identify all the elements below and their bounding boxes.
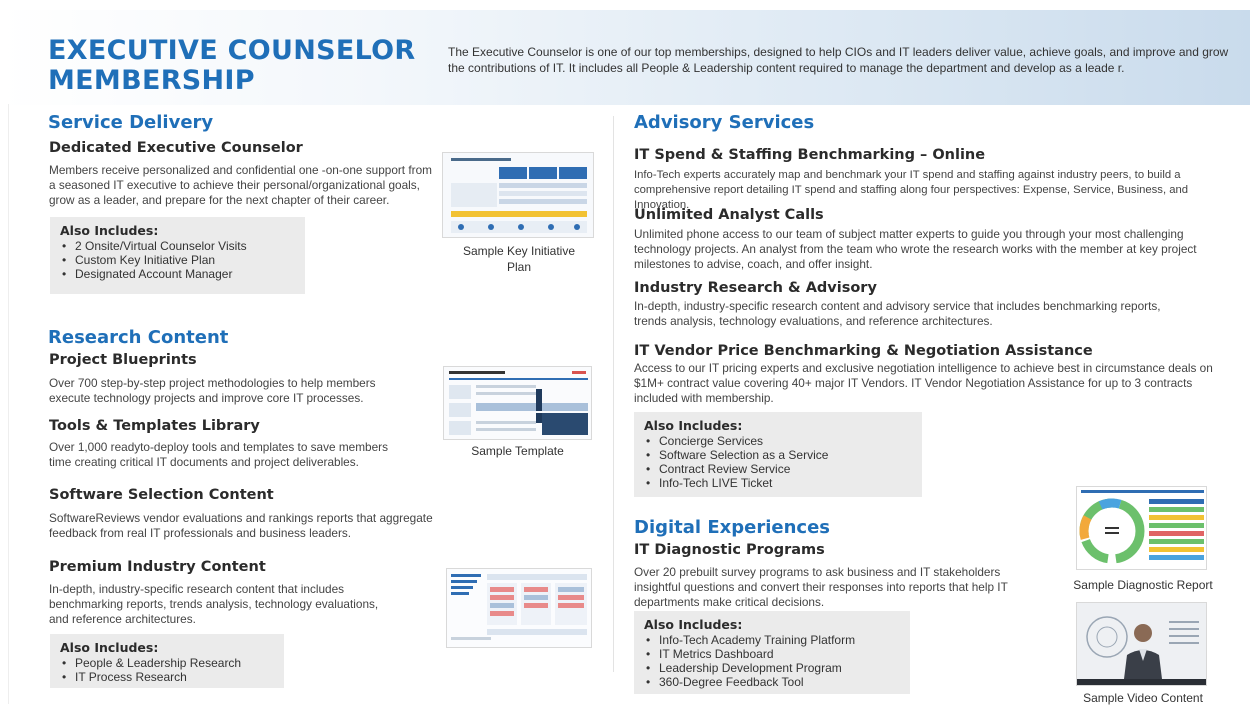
list-item: Contract Review Service xyxy=(644,462,912,476)
list-item: Designated Account Manager xyxy=(60,267,295,281)
research-content-heading: Research Content xyxy=(48,327,229,348)
vendor-price-text: Access to our IT pricing experts and exc… xyxy=(634,361,1213,405)
premium-industry-text: In-depth, industry-specific research con… xyxy=(49,582,379,626)
dedicated-counselor-title: Dedicated Executive Counselor xyxy=(49,140,303,156)
premium-industry-title: Premium Industry Content xyxy=(49,559,266,575)
column-divider xyxy=(613,116,614,672)
digital-also-includes-box: Also Includes: Info-Tech Academy Trainin… xyxy=(634,611,910,694)
list-item: Software Selection as a Service xyxy=(644,448,912,462)
also-includes-title: Also Includes: xyxy=(644,617,743,632)
also-includes-title: Also Includes: xyxy=(60,640,159,655)
diagnostic-programs-title: IT Diagnostic Programs xyxy=(634,542,825,558)
tools-templates-title: Tools & Templates Library xyxy=(49,418,260,434)
left-rule xyxy=(8,104,9,704)
industry-research-text: In-depth, industry-specific research con… xyxy=(634,299,1161,328)
list-item: Concierge Services xyxy=(644,434,912,448)
list-item: IT Process Research xyxy=(60,670,274,684)
also-includes-title: Also Includes: xyxy=(644,418,743,433)
research-also-includes-box: Also Includes: People & Leadership Resea… xyxy=(50,634,284,688)
also-includes-title: Also Includes: xyxy=(60,223,159,238)
analyst-calls-title: Unlimited Analyst Calls xyxy=(634,207,824,223)
sample-template-thumbnail xyxy=(443,366,592,440)
list-item: People & Leadership Research xyxy=(60,656,274,670)
dedicated-counselor-text: Members receive personalized and confide… xyxy=(49,163,432,207)
software-selection-text: SoftwareReviews vendor evaluations and r… xyxy=(49,511,433,540)
caption-template: Sample Template xyxy=(471,444,564,458)
caption-key-initiative: Sample Key Initiative Plan xyxy=(462,244,576,274)
list-item: Leadership Development Program xyxy=(644,661,900,675)
service-also-includes-box: Also Includes: 2 Onsite/Virtual Counselo… xyxy=(50,217,305,294)
digital-experiences-heading: Digital Experiences xyxy=(634,517,831,538)
list-item: 360-Degree Feedback Tool xyxy=(644,675,900,689)
list-item: 2 Onsite/Virtual Counselor Visits xyxy=(60,239,295,253)
capability-map-thumbnail xyxy=(446,568,592,648)
project-blueprints-text: Over 700 step-by-step project methodolog… xyxy=(49,376,376,405)
intro-text: The Executive Counselor is one of our to… xyxy=(448,45,1229,75)
list-item: Info-Tech Academy Training Platform xyxy=(644,633,900,647)
it-spend-title: IT Spend & Staffing Benchmarking – Onlin… xyxy=(634,147,986,163)
advisory-also-includes-box: Also Includes: Concierge Services Softwa… xyxy=(634,412,922,497)
analyst-calls-text: Unlimited phone access to our team of su… xyxy=(634,227,1197,271)
key-initiative-plan-thumbnail xyxy=(442,152,594,238)
list-item: IT Metrics Dashboard xyxy=(644,647,900,661)
page-title: EXECUTIVE COUNSELOR MEMBERSHIP xyxy=(48,35,416,96)
list-item: Info-Tech LIVE Ticket xyxy=(644,476,912,490)
diagnostic-report-thumbnail xyxy=(1076,486,1207,570)
software-selection-title: Software Selection Content xyxy=(49,487,274,503)
industry-research-title: Industry Research & Advisory xyxy=(634,280,877,296)
tools-templates-text: Over 1,000 readyto-deploy tools and temp… xyxy=(49,440,389,469)
project-blueprints-title: Project Blueprints xyxy=(49,352,197,368)
list-item: Custom Key Initiative Plan xyxy=(60,253,295,267)
caption-video: Sample Video Content xyxy=(1083,691,1203,705)
advisory-services-heading: Advisory Services xyxy=(634,112,815,133)
video-content-thumbnail[interactable] xyxy=(1076,602,1207,686)
service-delivery-heading: Service Delivery xyxy=(48,112,214,133)
diagnostic-programs-text: Over 20 prebuilt survey programs to ask … xyxy=(634,565,1008,609)
caption-diagnostic: Sample Diagnostic Report xyxy=(1073,578,1213,592)
vendor-price-title: IT Vendor Price Benchmarking & Negotiati… xyxy=(634,343,1093,359)
